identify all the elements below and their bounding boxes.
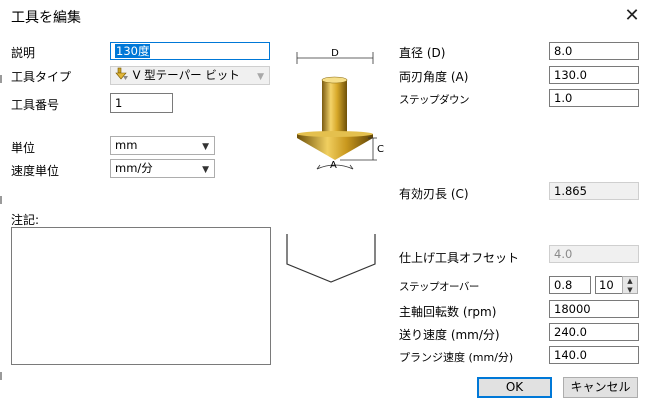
- ok-button[interactable]: OK: [477, 377, 552, 398]
- tool-type-label: 工具タイプ: [11, 70, 72, 84]
- feed-label: 送り速度 (mm/分): [399, 328, 500, 342]
- tool-shank: [322, 80, 347, 135]
- window-border-mark: [0, 196, 2, 204]
- tool-type-value: V 型テーパー ビット: [132, 68, 240, 82]
- tool-number-label: 工具番号: [11, 98, 60, 112]
- description-value: 130度: [115, 44, 151, 58]
- spindle-input[interactable]: 18000: [549, 300, 639, 318]
- feed-input[interactable]: 240.0: [549, 323, 639, 341]
- spindle-label: 主軸回転数 (rpm): [399, 305, 497, 319]
- title-bar: [0, 0, 650, 32]
- stepover-input[interactable]: 0.8: [549, 276, 591, 294]
- c-label: C: [377, 144, 384, 155]
- stepover-percent-input[interactable]: 10: [595, 276, 623, 294]
- tool-shank-top: [321, 76, 348, 84]
- d-label: D: [331, 48, 339, 59]
- close-button[interactable]: ✕: [618, 2, 646, 30]
- tool-number-input[interactable]: 1: [110, 93, 173, 113]
- unit-value: mm: [115, 138, 138, 152]
- plunge-input[interactable]: 140.0: [549, 346, 639, 364]
- angle-label: 両刃角度 (A): [399, 70, 469, 84]
- description-label: 説明: [11, 46, 36, 60]
- flute-length-value: 1.865: [549, 182, 639, 200]
- v-bit-icon: [115, 67, 129, 81]
- flute-length-label: 有効刃長 (C): [399, 187, 469, 201]
- chevron-down-icon: ▼: [257, 72, 264, 82]
- tool-cone-top: [297, 131, 373, 137]
- spin-down-icon[interactable]: ▼: [623, 286, 637, 295]
- plunge-label: プランジ速度 (mm/分): [399, 351, 514, 364]
- finish-offset-label: 仕上げ工具オフセット: [399, 251, 520, 265]
- angle-input[interactable]: 130.0: [549, 66, 639, 84]
- stepdown-input[interactable]: 1.0: [549, 89, 639, 107]
- diameter-label: 直径 (D): [399, 46, 446, 60]
- tool-cone: [297, 134, 373, 160]
- stepover-label: ステップオーバー: [399, 281, 479, 293]
- profile-diagram: [286, 234, 376, 283]
- speed-unit-value: mm/分: [115, 161, 153, 175]
- notes-textarea[interactable]: [11, 227, 271, 365]
- spin-up-icon[interactable]: ▲: [623, 277, 637, 286]
- description-input[interactable]: 130度: [110, 42, 270, 60]
- unit-select[interactable]: mm ▼: [110, 136, 215, 155]
- close-icon: ✕: [624, 5, 640, 26]
- unit-label: 単位: [11, 141, 36, 155]
- cancel-button[interactable]: キャンセル: [563, 377, 638, 398]
- window-border-mark: [0, 75, 2, 83]
- speed-unit-select[interactable]: mm/分 ▼: [110, 159, 215, 178]
- chevron-down-icon: ▼: [202, 142, 209, 152]
- notes-label: 注記:: [11, 213, 40, 227]
- window-title: 工具を編集: [11, 10, 81, 26]
- tool-diagram: D C A: [296, 48, 384, 171]
- finish-offset-input: 4.0: [549, 245, 639, 263]
- diameter-input[interactable]: 8.0: [549, 42, 639, 60]
- tool-type-select[interactable]: V 型テーパー ビット ▼: [110, 66, 270, 85]
- speed-unit-label: 速度単位: [11, 164, 60, 178]
- window-border-mark: [0, 372, 2, 380]
- a-label: A: [330, 160, 337, 171]
- stepdown-label: ステップダウン: [399, 94, 470, 106]
- stepover-spinner[interactable]: ▲ ▼: [622, 276, 638, 294]
- v-profile-line: [286, 234, 376, 283]
- chevron-down-icon: ▼: [202, 165, 209, 175]
